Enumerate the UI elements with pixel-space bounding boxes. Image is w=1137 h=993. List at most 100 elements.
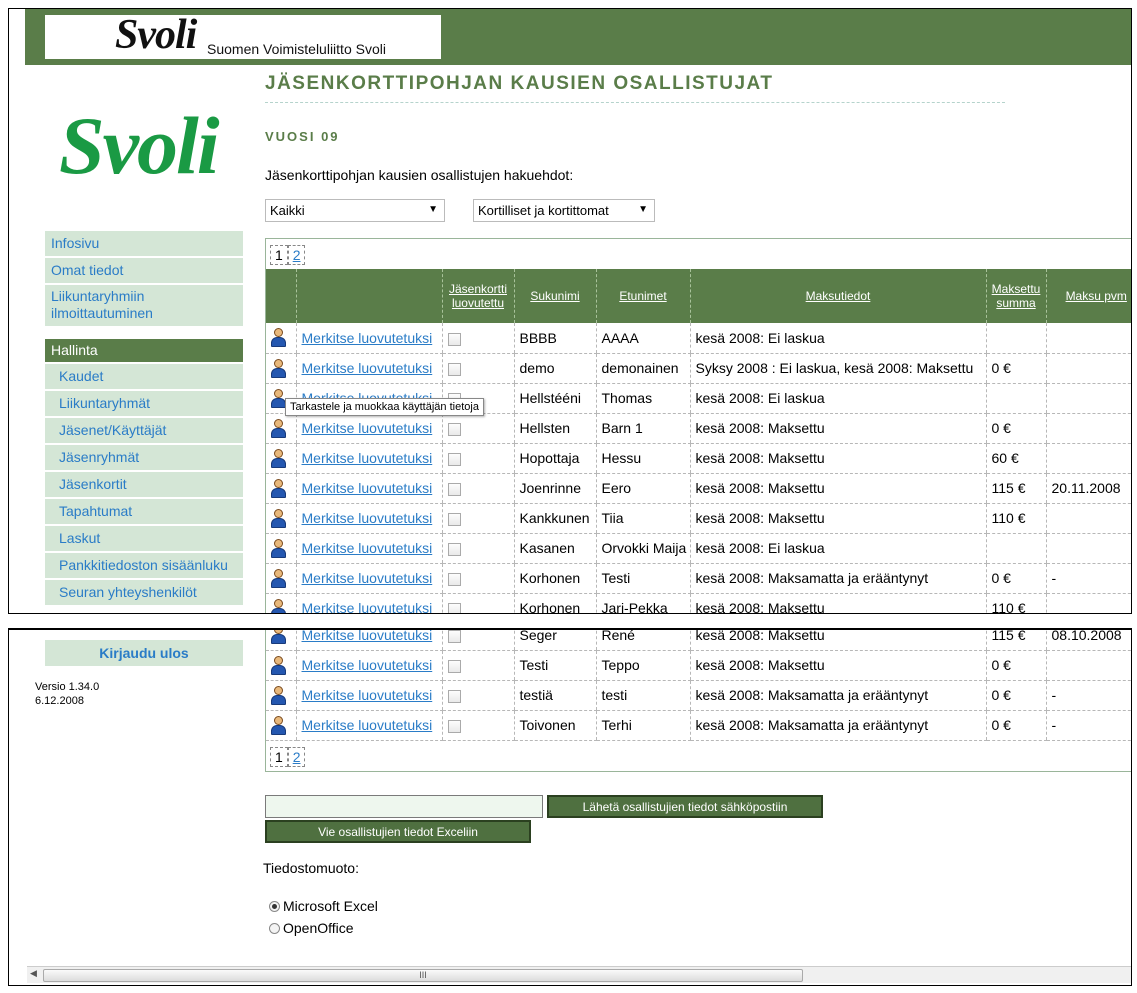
- header-card-issued[interactable]: Jäsenkortti luovutettu: [441, 269, 514, 323]
- sidebar-item-laskut[interactable]: Laskut: [45, 526, 243, 551]
- user-cell[interactable]: [266, 413, 296, 444]
- paydate-cell: [1045, 503, 1131, 534]
- firstname-cell: demonainen: [595, 353, 690, 384]
- mark-issued-cell: Merkitse luovutetuksi: [295, 533, 442, 564]
- user-icon[interactable]: [270, 448, 286, 468]
- sidebar-item-jasenryhmat[interactable]: Jäsenryhmät: [45, 445, 243, 470]
- scroll-left-arrow-icon[interactable]: ◀: [30, 968, 37, 979]
- send-email-button[interactable]: Lähetä osallistujien tiedot sähköpostiin: [547, 795, 823, 818]
- mark-issued-link[interactable]: Merkitse luovutetuksi: [302, 480, 433, 496]
- user-icon[interactable]: [270, 388, 286, 408]
- radio-excel[interactable]: Microsoft Excel: [269, 898, 378, 914]
- mark-issued-link[interactable]: Merkitse luovutetuksi: [302, 360, 433, 376]
- filter-select-kortit[interactable]: Kortilliset ja kortittomat ▼: [473, 199, 655, 222]
- mark-issued-link[interactable]: Merkitse luovutetuksi: [302, 570, 433, 586]
- paydate-cell: [1045, 593, 1131, 613]
- page-link[interactable]: 2: [287, 746, 306, 767]
- card-issued-checkbox[interactable]: [447, 332, 461, 346]
- card-issued-checkbox[interactable]: [447, 659, 461, 673]
- card-issued-checkbox[interactable]: [447, 512, 461, 526]
- sidebar-item-omat-tiedot[interactable]: Omat tiedot: [45, 258, 243, 283]
- user-cell[interactable]: [266, 353, 296, 384]
- user-icon[interactable]: [270, 418, 286, 438]
- sidebar-item-infosivu[interactable]: Infosivu: [45, 231, 243, 256]
- table-row: Merkitse luovutetuksi Seger René kesä 2008:…: [266, 630, 1131, 651]
- card-issued-checkbox[interactable]: [447, 572, 461, 586]
- surname-cell: Seger: [513, 630, 596, 651]
- mark-issued-link[interactable]: Merkitse luovutetuksi: [302, 540, 433, 556]
- user-cell[interactable]: [266, 630, 296, 651]
- user-icon[interactable]: [270, 568, 286, 588]
- export-excel-button[interactable]: Vie osallistujien tiedot Exceliin: [265, 820, 531, 843]
- user-icon[interactable]: [270, 358, 286, 378]
- mark-issued-link[interactable]: Merkitse luovutetuksi: [302, 420, 433, 436]
- radio-selected-icon[interactable]: [269, 901, 280, 912]
- page-link[interactable]: 2: [287, 245, 306, 265]
- sidebar-item-yhteyshenkilot[interactable]: Seuran yhteyshenkilöt: [45, 580, 243, 605]
- paydate-cell: [1045, 383, 1131, 414]
- user-cell[interactable]: [266, 710, 296, 741]
- radio-unselected-icon[interactable]: [269, 923, 280, 934]
- user-cell[interactable]: [266, 593, 296, 613]
- mark-issued-link[interactable]: Merkitse luovutetuksi: [302, 657, 433, 673]
- header-surname[interactable]: Sukunimi: [513, 269, 596, 323]
- table-row: Merkitse luovutetuksi Joenrinne Eero kesä 2…: [266, 473, 1131, 504]
- header-icon-col: [266, 269, 296, 323]
- sidebar-item-pankkitiedosto[interactable]: Pankkitiedoston sisäänluku: [45, 553, 243, 578]
- sidebar-item-jasenkortit[interactable]: Jäsenkortit: [45, 472, 243, 497]
- table-row: Merkitse luovutetuksi Kasanen Orvokki Maij…: [266, 533, 1131, 564]
- sidebar-item-kaudet[interactable]: Kaudet: [45, 364, 243, 389]
- user-cell[interactable]: [266, 680, 296, 711]
- participants-table-continued: Merkitse luovutetuksi Seger René kesä 2008:…: [265, 630, 1131, 772]
- filter-select-kaikki[interactable]: Kaikki ▼: [265, 199, 445, 222]
- user-icon[interactable]: [270, 630, 286, 645]
- card-issued-checkbox[interactable]: [447, 422, 461, 436]
- header-payment-info[interactable]: Maksutiedot: [689, 269, 986, 323]
- user-cell[interactable]: [266, 323, 296, 354]
- mark-issued-link[interactable]: Merkitse luovutetuksi: [302, 510, 433, 526]
- mark-issued-link[interactable]: Merkitse luovutetuksi: [302, 717, 433, 733]
- user-cell[interactable]: [266, 443, 296, 474]
- card-issued-checkbox[interactable]: [447, 630, 461, 643]
- horizontal-scrollbar[interactable]: ◀ III: [27, 966, 1131, 983]
- header-firstname[interactable]: Etunimet: [595, 269, 690, 323]
- sidebar-item-tapahtumat[interactable]: Tapahtumat: [45, 499, 243, 524]
- user-icon[interactable]: [270, 598, 286, 613]
- user-icon[interactable]: [270, 538, 286, 558]
- card-issued-checkbox[interactable]: [447, 602, 461, 613]
- sidebar-item-ilmoittautuminen[interactable]: Liikuntaryhmiin ilmoittautuminen: [45, 285, 243, 326]
- card-issued-checkbox[interactable]: [447, 482, 461, 496]
- card-issued-checkbox[interactable]: [447, 719, 461, 733]
- card-issued-checkbox[interactable]: [447, 452, 461, 466]
- header-pay-date[interactable]: Maksu pvm: [1045, 269, 1131, 323]
- user-cell[interactable]: [266, 503, 296, 534]
- sidebar-item-jasenet[interactable]: Jäsenet/Käyttäjät: [45, 418, 243, 443]
- participants-table: Jäsenkortti luovutettu Sukunimi Etunimet…: [266, 269, 1131, 613]
- logout-button[interactable]: Kirjaudu ulos: [45, 640, 243, 666]
- user-cell[interactable]: [266, 650, 296, 681]
- mark-issued-link[interactable]: Merkitse luovutetuksi: [302, 450, 433, 466]
- user-icon[interactable]: [270, 715, 286, 735]
- user-icon[interactable]: [270, 655, 286, 675]
- radio-openoffice[interactable]: OpenOffice: [269, 920, 354, 936]
- mark-issued-link[interactable]: Merkitse luovutetuksi: [302, 687, 433, 703]
- user-cell[interactable]: [266, 473, 296, 504]
- mark-issued-link[interactable]: Merkitse luovutetuksi: [302, 330, 433, 346]
- user-cell[interactable]: [266, 533, 296, 564]
- mark-issued-link[interactable]: Merkitse luovutetuksi: [302, 630, 433, 643]
- user-icon[interactable]: [270, 685, 286, 705]
- mark-issued-link[interactable]: Merkitse luovutetuksi: [302, 600, 433, 613]
- email-input[interactable]: [265, 795, 543, 818]
- user-cell[interactable]: [266, 563, 296, 594]
- card-issued-checkbox[interactable]: [447, 542, 461, 556]
- user-icon[interactable]: [270, 478, 286, 498]
- header-paid-sum[interactable]: Maksettu summa: [985, 269, 1046, 323]
- user-icon[interactable]: [270, 328, 286, 348]
- scrollbar-thumb[interactable]: III: [43, 969, 803, 982]
- firstname-cell: Barn 1: [595, 413, 690, 444]
- card-issued-checkbox[interactable]: [447, 362, 461, 376]
- version-label: Versio 1.34.0: [35, 681, 100, 693]
- user-icon[interactable]: [270, 508, 286, 528]
- sidebar-item-liikuntaryhmat[interactable]: Liikuntaryhmät: [45, 391, 243, 416]
- card-issued-checkbox[interactable]: [447, 689, 461, 703]
